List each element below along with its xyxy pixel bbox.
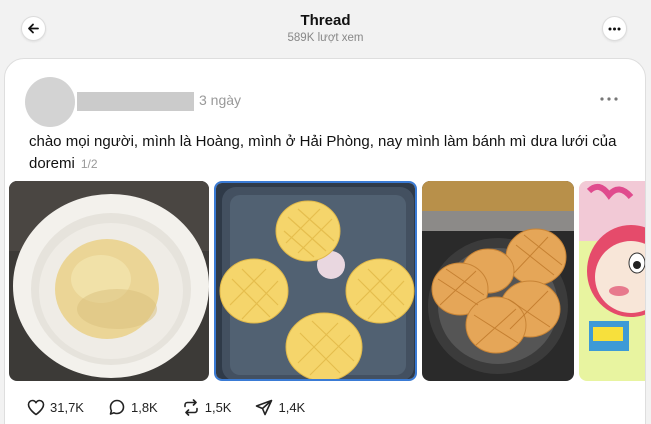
more-horizontal-icon bbox=[600, 97, 618, 101]
post-actions: 31,7K 1,8K 1,5K 1,4K bbox=[27, 397, 329, 417]
comment-icon bbox=[109, 399, 125, 415]
post-body: chào mọi người, mình là Hoàng, mình ở Hả… bbox=[29, 131, 629, 175]
more-horizontal-icon bbox=[608, 27, 621, 30]
heart-icon bbox=[27, 399, 45, 415]
post-more-button[interactable] bbox=[597, 91, 621, 107]
like-count: 31,7K bbox=[50, 399, 84, 415]
share-button[interactable]: 1,4K bbox=[255, 399, 305, 416]
username-redacted[interactable] bbox=[77, 92, 194, 111]
post-text: chào mọi người, mình là Hoàng, mình ở Hả… bbox=[29, 133, 617, 172]
page-indicator: 1/2 bbox=[80, 157, 98, 171]
post-card: 3 ngày chào mọi người, mình là Hoàng, mì… bbox=[4, 58, 646, 424]
like-button[interactable]: 31,7K bbox=[27, 399, 84, 416]
dough-bowl-image[interactable] bbox=[9, 181, 209, 381]
repost-count: 1,5K bbox=[204, 399, 232, 415]
doraemon-image[interactable] bbox=[579, 181, 645, 381]
air-fryer-buns-image[interactable] bbox=[422, 181, 574, 381]
share-count: 1,4K bbox=[278, 399, 306, 415]
send-icon bbox=[256, 399, 273, 415]
comment-count: 1,8K bbox=[130, 399, 158, 415]
repost-icon bbox=[183, 398, 198, 416]
post-time: 3 ngày bbox=[199, 92, 242, 108]
comment-button[interactable]: 1,8K bbox=[108, 399, 158, 416]
avatar[interactable] bbox=[25, 77, 75, 127]
page-title: Thread bbox=[300, 12, 351, 29]
view-count: 589K lượt xem bbox=[287, 32, 364, 44]
thread-header: Thread 589K lượt xem bbox=[0, 0, 651, 58]
repost-button[interactable]: 1,5K bbox=[182, 398, 232, 416]
image-gallery[interactable] bbox=[5, 181, 645, 381]
buns-tray-image[interactable] bbox=[214, 181, 417, 381]
more-options-button[interactable] bbox=[602, 16, 627, 41]
